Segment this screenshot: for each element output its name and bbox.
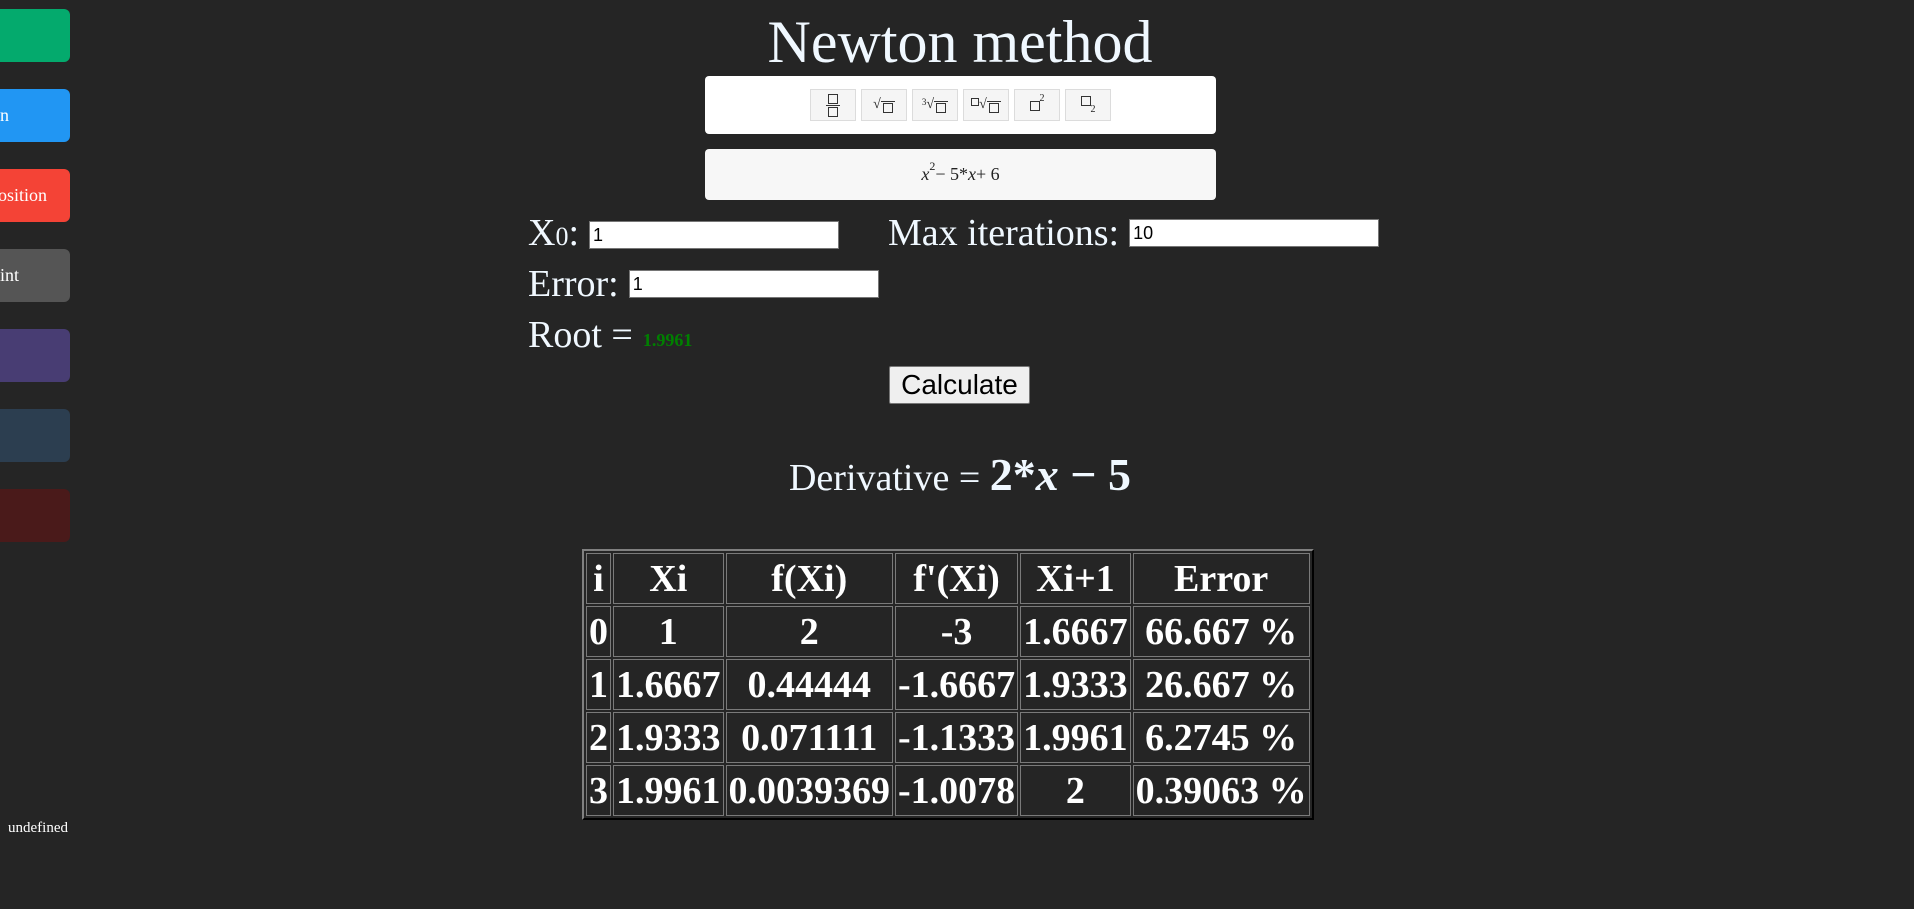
cell: -1.0078 — [895, 765, 1019, 816]
cube-root-icon: 3 √ — [922, 97, 949, 113]
header-fxi: f(Xi) — [725, 553, 893, 604]
sqrt-icon: √ — [873, 97, 895, 113]
expr-var: x — [968, 164, 976, 184]
subscript-icon: 2 — [1080, 95, 1096, 115]
table-row: 1 1.6667 0.44444 -1.6667 1.9333 26.667 % — [586, 659, 1310, 710]
results-table: i Xi f(Xi) f'(Xi) Xi+1 Error 0 1 2 -3 1.… — [582, 549, 1314, 820]
nth-root-icon: √ — [971, 97, 1001, 113]
expr-part: + 6 — [976, 164, 1000, 184]
error-row: Error: — [528, 262, 879, 306]
root-value: 1.9961 — [642, 330, 693, 350]
cell: 2 — [1020, 765, 1131, 816]
expr-var: x — [921, 164, 930, 184]
cube-root-button[interactable]: 3 √ — [912, 89, 958, 121]
cell: 66.667 % — [1132, 606, 1310, 657]
header-dfxi: f'(Xi) — [895, 553, 1019, 604]
fraction-icon — [826, 93, 840, 117]
table-header-row: i Xi f(Xi) f'(Xi) Xi+1 Error — [586, 553, 1310, 604]
calculate-button[interactable]: Calculate — [889, 366, 1030, 404]
cell: 0.39063 % — [1132, 765, 1310, 816]
cell: 1.6667 — [613, 659, 724, 710]
table-row: 3 1.9961 0.0039369 -1.0078 2 0.39063 % — [586, 765, 1310, 816]
math-toolbar: √ 3 √ √ 2 2 — [705, 76, 1216, 134]
fraction-button[interactable] — [810, 89, 856, 121]
cell: 2 — [725, 606, 893, 657]
cell: 1.6667 — [1020, 606, 1131, 657]
expr-exponent: 2 — [929, 159, 936, 173]
header-xi: Xi — [613, 553, 724, 604]
cell: 1.9333 — [613, 712, 724, 763]
cell: 1.9333 — [1020, 659, 1131, 710]
root-label: Root = — [528, 314, 633, 356]
cell: 0.0039369 — [725, 765, 893, 816]
root-row: Root = 1.9961 — [528, 313, 692, 357]
header-xi1: Xi+1 — [1020, 553, 1131, 604]
cell: 26.667 % — [1132, 659, 1310, 710]
cell: 1.9961 — [613, 765, 724, 816]
max-iterations-label: Max iterations: — [888, 212, 1120, 254]
cell: -3 — [895, 606, 1019, 657]
expr-part: − 5* — [935, 164, 968, 184]
max-iterations-row: Max iterations: — [888, 211, 1380, 255]
x0-label: X0: — [528, 212, 580, 254]
sidebar-button-label: n — [0, 105, 9, 125]
x0-row: X0: — [528, 211, 840, 259]
cell: 3 — [586, 765, 611, 816]
superscript-icon: 2 — [1029, 93, 1045, 111]
cell: 0 — [586, 606, 611, 657]
sidebar-button-label: int — [0, 265, 20, 285]
derivative-label: Derivative = — [788, 457, 990, 499]
sidebar-button-5[interactable] — [0, 329, 70, 382]
page-title: Newton method — [767, 9, 1153, 75]
sidebar-button-3[interactable]: osition — [0, 169, 70, 222]
cell: -1.1333 — [895, 712, 1019, 763]
sidebar-button-2[interactable]: n — [0, 89, 70, 142]
cell: 6.2745 % — [1132, 712, 1310, 763]
sqrt-button[interactable]: √ — [861, 89, 907, 121]
subscript-button[interactable]: 2 — [1065, 89, 1111, 121]
sidebar-button-label: osition — [0, 185, 48, 205]
error-input[interactable] — [628, 270, 879, 298]
cell: 2 — [586, 712, 611, 763]
status-text: undefined — [8, 820, 68, 836]
expression-input[interactable]: x2 − 5* x + 6 — [705, 149, 1216, 200]
table-row: 0 1 2 -3 1.6667 66.667 % — [586, 606, 1310, 657]
derivative-expr: 2*x − 5 — [989, 449, 1132, 500]
table-row: 2 1.9333 0.071111 -1.1333 1.9961 6.2745 … — [586, 712, 1310, 763]
header-error: Error — [1132, 553, 1310, 604]
error-label: Error: — [528, 263, 619, 305]
cell: 1 — [586, 659, 611, 710]
header-i: i — [586, 553, 611, 604]
cell: 0.071111 — [725, 712, 893, 763]
cell: -1.6667 — [895, 659, 1019, 710]
cell: 1 — [613, 606, 724, 657]
cell: 0.44444 — [725, 659, 893, 710]
nth-root-button[interactable]: √ — [963, 89, 1009, 121]
max-iterations-input[interactable] — [1129, 219, 1380, 247]
sidebar-button-4[interactable]: int — [0, 249, 70, 302]
cell: 1.9961 — [1020, 712, 1131, 763]
superscript-button[interactable]: 2 — [1014, 89, 1060, 121]
derivative-display: Derivative = 2*x − 5 — [0, 448, 1914, 501]
x0-input[interactable] — [589, 221, 840, 249]
